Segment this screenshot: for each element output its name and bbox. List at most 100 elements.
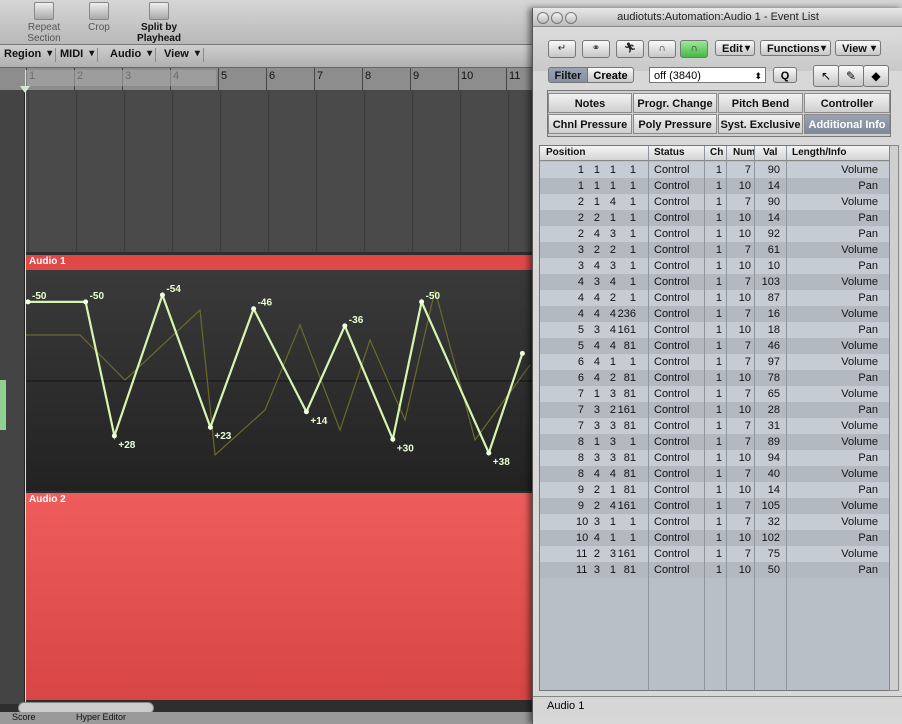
playhead[interactable] bbox=[25, 70, 26, 710]
table-row[interactable]: 6 4 1 1 Control 1 7 97 Volume bbox=[540, 354, 890, 370]
up-level-button[interactable]: ↵ bbox=[548, 40, 576, 58]
table-row[interactable]: 5 3 4 161 Control 1 10 18 Pan bbox=[540, 322, 890, 338]
menu-midi[interactable]: MIDI bbox=[56, 48, 99, 62]
automation-node[interactable] bbox=[486, 450, 492, 456]
automation-node[interactable] bbox=[111, 433, 117, 439]
pointer-tool[interactable]: ↖ bbox=[813, 65, 839, 87]
automation-value-label: -54 bbox=[166, 284, 181, 295]
table-row[interactable]: 6 4 2 81 Control 1 10 78 Pan bbox=[540, 370, 890, 386]
position-tick: 81 bbox=[623, 468, 636, 480]
tab-pitch-bend[interactable]: Pitch Bend bbox=[718, 93, 803, 113]
table-row[interactable]: 4 4 2 1 Control 1 10 87 Pan bbox=[540, 290, 890, 306]
table-row[interactable]: 5 4 4 81 Control 1 7 46 Volume bbox=[540, 338, 890, 354]
automation-node[interactable] bbox=[519, 350, 525, 356]
crop-button[interactable]: Crop bbox=[85, 2, 113, 33]
table-row[interactable]: 10 3 1 1 Control 1 7 32 Volume bbox=[540, 514, 890, 530]
audio2-region[interactable] bbox=[25, 493, 535, 700]
table-row[interactable]: 2 2 1 1 Control 1 10 14 Pan bbox=[540, 210, 890, 226]
column-number[interactable]: Num bbox=[733, 147, 755, 158]
window-titlebar[interactable]: audiotuts:Automation:Audio 1 - Event Lis… bbox=[533, 8, 902, 27]
tab-additional-info[interactable]: Additional Info bbox=[804, 114, 890, 134]
view-menu[interactable]: View bbox=[835, 40, 881, 57]
tab-system-exclusive[interactable]: Syst. Exclusive bbox=[718, 114, 803, 134]
automation-node[interactable] bbox=[83, 299, 89, 305]
table-row[interactable]: 11 2 3 161 Control 1 7 75 Volume bbox=[540, 546, 890, 562]
table-row[interactable]: 2 4 3 1 Control 1 10 92 Pan bbox=[540, 226, 890, 242]
eraser-tool[interactable]: ◆ bbox=[863, 65, 889, 87]
tab-channel-pressure[interactable]: Chnl Pressure bbox=[548, 114, 632, 134]
table-row[interactable]: 3 2 2 1 Control 1 7 61 Volume bbox=[540, 242, 890, 258]
menu-region[interactable]: Region bbox=[0, 48, 57, 62]
tab-poly-pressure[interactable]: Poly Pressure bbox=[633, 114, 717, 134]
event-list-scrollbar[interactable] bbox=[889, 145, 899, 691]
info-cell: Pan bbox=[858, 452, 878, 464]
cycle-region[interactable] bbox=[26, 70, 216, 86]
automation-node[interactable] bbox=[303, 409, 309, 415]
table-row[interactable]: 10 4 1 1 Control 1 10 102 Pan bbox=[540, 530, 890, 546]
table-row[interactable]: 4 4 4 236 Control 1 7 16 Volume bbox=[540, 306, 890, 322]
tab-hyper-editor[interactable]: Hyper Editor bbox=[76, 712, 126, 722]
table-row[interactable]: 9 2 1 81 Control 1 10 14 Pan bbox=[540, 482, 890, 498]
volume-automation-line[interactable] bbox=[25, 291, 524, 457]
table-row[interactable]: 3 4 3 1 Control 1 10 10 Pan bbox=[540, 258, 890, 274]
table-row[interactable]: 7 1 3 81 Control 1 7 65 Volume bbox=[540, 386, 890, 402]
automation-node[interactable] bbox=[419, 299, 425, 305]
tab-score[interactable]: Score bbox=[12, 712, 36, 722]
menu-view[interactable]: View bbox=[160, 48, 204, 62]
table-row[interactable]: 7 3 3 81 Control 1 7 31 Volume bbox=[540, 418, 890, 434]
midi-out-button[interactable]: ∩ bbox=[680, 40, 708, 58]
menu-audio[interactable]: Audio bbox=[106, 48, 157, 62]
zoom-window-icon[interactable] bbox=[565, 12, 577, 24]
column-position[interactable]: Position bbox=[546, 147, 585, 158]
table-row[interactable]: 1 1 1 1 Control 1 10 14 Pan bbox=[540, 178, 890, 194]
table-row[interactable]: 9 2 4 161 Control 1 7 105 Volume bbox=[540, 498, 890, 514]
edit-menu[interactable]: Edit bbox=[715, 40, 755, 57]
column-length-info[interactable]: Length/Info bbox=[792, 147, 846, 158]
tab-program-change[interactable]: Progr. Change bbox=[633, 93, 717, 113]
playhead-marker-icon[interactable] bbox=[20, 86, 30, 93]
column-status[interactable]: Status bbox=[654, 147, 685, 158]
number-cell: 10 bbox=[738, 260, 751, 272]
table-row[interactable]: 11 3 1 81 Control 1 10 50 Pan bbox=[540, 562, 890, 578]
filter-button[interactable]: Filter bbox=[548, 67, 588, 83]
info-cell: Volume bbox=[841, 388, 878, 400]
audio1-region-header[interactable]: Audio 1 bbox=[25, 255, 535, 270]
automation-node[interactable] bbox=[342, 323, 348, 329]
catch-playhead-button[interactable]: 🏃︎ bbox=[616, 40, 644, 58]
status-cell: Control bbox=[654, 244, 690, 256]
table-row[interactable]: 1 1 1 1 Control 1 7 90 Volume bbox=[540, 162, 890, 178]
automation-curve[interactable]: -50 -50 +28 -54 +23 -46 +14 -36 +30 -50 +38 bbox=[25, 270, 535, 491]
midi-in-button[interactable]: ∩ bbox=[648, 40, 676, 58]
event-table-header: Position Status Ch Num Val Length/Info bbox=[540, 146, 890, 161]
position-bar: 9 bbox=[577, 500, 584, 512]
split-by-playhead-button[interactable]: Split by Playhead bbox=[118, 2, 200, 44]
event-table[interactable]: Position Status Ch Num Val Length/Info 1… bbox=[539, 145, 891, 691]
repeat-section-button[interactable]: Repeat Section bbox=[10, 2, 78, 44]
quantize-button[interactable]: Q bbox=[773, 67, 797, 83]
column-value[interactable]: Val bbox=[763, 147, 777, 158]
event-type-select[interactable]: off (3840) bbox=[649, 67, 766, 84]
column-channel[interactable]: Ch bbox=[710, 147, 723, 158]
table-row[interactable]: 8 3 3 81 Control 1 10 94 Pan bbox=[540, 450, 890, 466]
number-cell: 10 bbox=[738, 228, 751, 240]
automation-node[interactable] bbox=[207, 424, 213, 430]
automation-value-label: -50 bbox=[426, 291, 441, 302]
minimize-window-icon[interactable] bbox=[551, 12, 563, 24]
automation-node[interactable] bbox=[25, 299, 31, 305]
status-cell: Control bbox=[654, 452, 690, 464]
create-button[interactable]: Create bbox=[587, 67, 634, 83]
automation-node[interactable] bbox=[159, 292, 165, 298]
tab-controller[interactable]: Controller bbox=[804, 93, 890, 113]
table-row[interactable]: 8 4 4 81 Control 1 7 40 Volume bbox=[540, 466, 890, 482]
automation-node[interactable] bbox=[251, 306, 257, 312]
automation-node[interactable] bbox=[390, 436, 396, 442]
table-row[interactable]: 2 1 4 1 Control 1 7 90 Volume bbox=[540, 194, 890, 210]
close-window-icon[interactable] bbox=[537, 12, 549, 24]
table-row[interactable]: 7 3 2 161 Control 1 10 28 Pan bbox=[540, 402, 890, 418]
tab-notes[interactable]: Notes bbox=[548, 93, 632, 113]
link-button[interactable]: ⚭ bbox=[582, 40, 610, 58]
pencil-tool[interactable]: ✎ bbox=[838, 65, 864, 87]
table-row[interactable]: 8 1 3 1 Control 1 7 89 Volume bbox=[540, 434, 890, 450]
functions-menu[interactable]: Functions bbox=[760, 40, 831, 57]
table-row[interactable]: 4 3 4 1 Control 1 7 103 Volume bbox=[540, 274, 890, 290]
